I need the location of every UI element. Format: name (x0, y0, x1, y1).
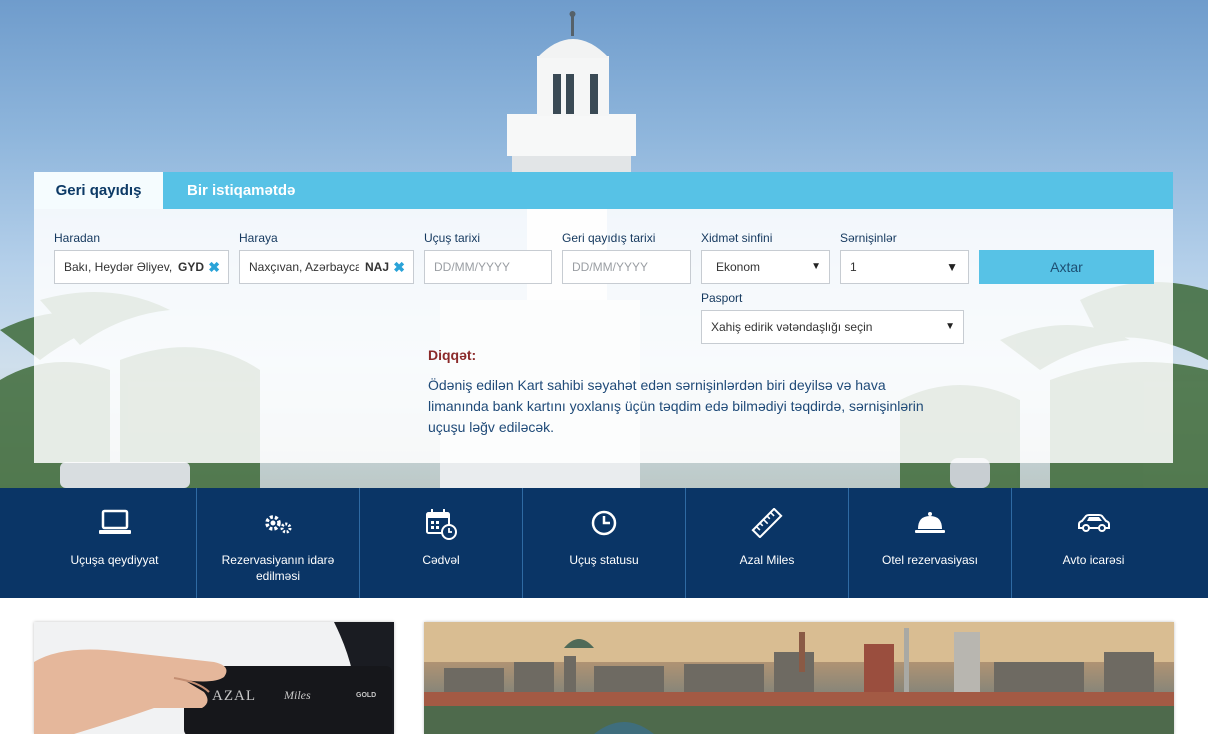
to-label: Haraya (239, 231, 278, 245)
service-class-value: Ekonom (716, 260, 761, 274)
from-label: Haradan (54, 231, 101, 245)
hotel-bell-icon (915, 512, 945, 533)
service-flight-status[interactable]: Uçuş statusu (523, 488, 686, 598)
services-bar: Uçuşa qeydiyyat Rezervasiyanın idarə edi… (0, 488, 1208, 598)
service-label: Uçuşa qeydiyyat (70, 553, 159, 567)
miles-card-brand-script: Miles (284, 688, 311, 702)
car-icon (1077, 514, 1110, 532)
miles-card-brand: AZAL (212, 688, 256, 704)
return-date-input[interactable]: DD/MM/YYYY (562, 250, 691, 284)
caret-down-icon: ▼ (946, 260, 958, 274)
service-label: Otel rezervasiyası (881, 553, 979, 567)
service-schedule[interactable]: Cədvəl (360, 488, 523, 598)
warning-title: Diqqət: (428, 347, 477, 363)
passport-value: Xahiş edirik vətəndaşlığı seçin (711, 320, 873, 334)
service-label: Cədvəl (422, 553, 460, 567)
passengers-value: 1 (850, 260, 857, 274)
search-form: Haradan Bakı, Heydər Əliyev, A GYD ✖ Har… (34, 209, 1173, 463)
clear-to-icon[interactable]: ✖ (393, 251, 405, 283)
service-class-select[interactable]: Ekonom ▼ (701, 250, 830, 284)
service-label: Avto icarəsi (1062, 553, 1125, 567)
service-label: Azal Miles (739, 553, 795, 567)
service-manage-booking[interactable]: Rezervasiyanın idarə edilməsi (197, 488, 360, 598)
to-airport-code: NAJ (364, 260, 389, 274)
clear-from-icon[interactable]: ✖ (208, 251, 220, 283)
city-skyline-image (424, 622, 1174, 734)
chevron-down-icon: ▼ (811, 261, 821, 272)
search-button[interactable]: Axtar (979, 250, 1154, 284)
destination-promo-card[interactable] (424, 622, 1174, 734)
clock-icon (591, 510, 617, 536)
service-car-rental[interactable]: Avto icarəsi (1012, 488, 1175, 598)
ruler-icon (751, 508, 783, 538)
gears-icon (265, 515, 292, 534)
tab-one-way[interactable]: Bir istiqamətdə (187, 172, 295, 209)
chevron-down-icon: ▼ (945, 321, 955, 332)
from-value: Bakı, Heydər Əliyev, A (64, 260, 174, 274)
depart-date-input[interactable]: DD/MM/YYYY (424, 250, 552, 284)
booking-widget: Geri qayıdış Bir istiqamətdə Haradan Bak… (34, 172, 1173, 463)
tab-round-trip[interactable]: Geri qayıdış (34, 172, 163, 209)
service-azal-miles[interactable]: Azal Miles (686, 488, 849, 598)
passport-select[interactable]: Xahiş edirik vətəndaşlığı seçin ▼ (701, 310, 964, 344)
to-field[interactable]: Naxçıvan, Azərbaycan NAJ ✖ (239, 250, 414, 284)
from-field[interactable]: Bakı, Heydər Əliyev, A GYD ✖ (54, 250, 229, 284)
service-hotel-booking[interactable]: Otel rezervasiyası (849, 488, 1012, 598)
passport-label: Pasport (701, 291, 743, 305)
from-airport-code: GYD (177, 260, 204, 274)
azal-miles-promo-card[interactable]: AZAL Miles GOLD (34, 622, 394, 734)
passengers-label: Sərnişinlər (840, 231, 897, 245)
laptop-icon (98, 509, 131, 534)
calendar-clock-icon (426, 509, 457, 540)
service-class-label: Xidmət sinfini (701, 231, 773, 245)
depart-date-label: Uçuş tarixi (424, 231, 481, 245)
passengers-select[interactable]: 1 ▼ (840, 250, 969, 284)
warning-text: Ödəniş edilən Kart sahibi səyahət edən s… (428, 377, 924, 435)
service-check-in[interactable]: Uçuşa qeydiyyat (33, 488, 197, 598)
service-label: Uçuş statusu (569, 553, 639, 567)
miles-card-image (34, 622, 394, 734)
service-label: Rezervasiyanın idarə edilməsi (221, 553, 335, 583)
return-date-label: Geri qayıdış tarixi (562, 231, 656, 245)
trip-type-tabs: Geri qayıdış Bir istiqamətdə (34, 172, 1173, 209)
miles-card-tier: GOLD (356, 692, 377, 699)
to-value: Naxçıvan, Azərbaycan (249, 260, 359, 274)
